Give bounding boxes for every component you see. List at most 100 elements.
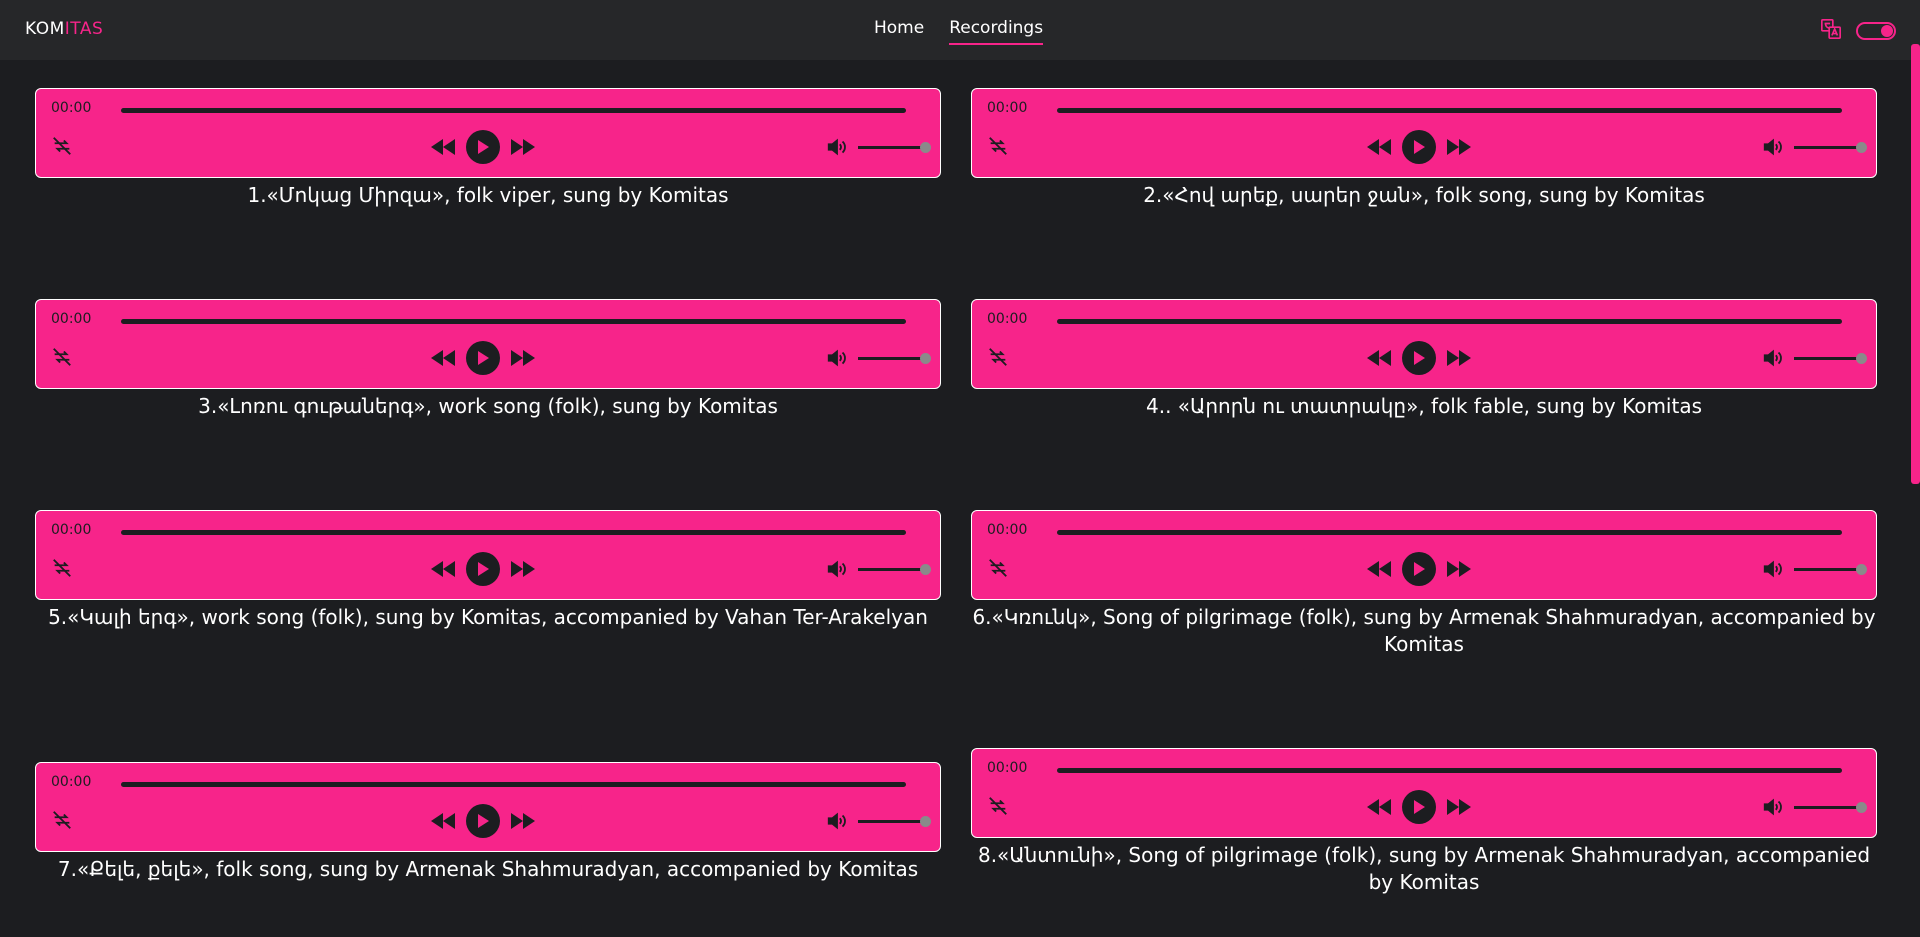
recording-card-3: 00:00 3.«Լոռու գութաներգ», work song (fo… xyxy=(35,299,941,420)
recordings-grid: 00:00 1.«Մոկաց Միրզա», folk viper, sung … xyxy=(0,0,1920,937)
audio-player: 00:00 xyxy=(971,88,1877,178)
playback-controls xyxy=(428,130,538,164)
recording-title: 1.«Մոկաց Միրզա», folk viper, sung by Kom… xyxy=(247,183,729,207)
volume-icon[interactable] xyxy=(1762,347,1784,369)
volume-slider-knob[interactable] xyxy=(1856,142,1867,153)
fast-forward-icon[interactable] xyxy=(508,554,538,584)
recording-card-8: 00:00 8.«Անտունի», Song of pilgrimage (f… xyxy=(971,748,1877,896)
loop-off-icon[interactable] xyxy=(987,346,1009,368)
volume-slider-knob[interactable] xyxy=(920,142,931,153)
rewind-icon[interactable] xyxy=(1364,132,1394,162)
rewind-icon[interactable] xyxy=(428,806,458,836)
loop-off-icon[interactable] xyxy=(51,809,73,831)
volume-icon[interactable] xyxy=(826,347,848,369)
audio-player: 00:00 xyxy=(35,510,941,600)
play-icon[interactable] xyxy=(466,552,500,586)
volume-slider[interactable] xyxy=(858,568,928,571)
volume-icon[interactable] xyxy=(826,810,848,832)
recording-card-6: 00:00 6.«Կռունկ», Song of pilgrimage (fo… xyxy=(971,510,1877,658)
loop-off-icon[interactable] xyxy=(51,135,73,157)
recording-title: 6.«Կռունկ», Song of pilgrimage (folk), s… xyxy=(972,605,1876,656)
volume-icon[interactable] xyxy=(1762,796,1784,818)
volume-slider-knob[interactable] xyxy=(1856,353,1867,364)
current-time: 00:00 xyxy=(987,100,1028,116)
volume-slider-knob[interactable] xyxy=(1856,802,1867,813)
playback-controls xyxy=(428,804,538,838)
recording-card-5: 00:00 5.«Կալի երգ», work song (folk), su… xyxy=(35,510,941,631)
playback-controls xyxy=(428,341,538,375)
recording-card-2: 00:00 2.«Հով արեք, սարեր ջան», folk song… xyxy=(971,88,1877,209)
volume-slider-knob[interactable] xyxy=(920,353,931,364)
recording-title: 2.«Հով արեք, սարեր ջան», folk song, sung… xyxy=(1143,183,1705,207)
audio-player: 00:00 xyxy=(971,748,1877,838)
current-time: 00:00 xyxy=(51,100,92,116)
progress-bar[interactable] xyxy=(121,319,906,324)
recording-title: 8.«Անտունի», Song of pilgrimage (folk), … xyxy=(977,843,1871,894)
rewind-icon[interactable] xyxy=(1364,792,1394,822)
volume-icon[interactable] xyxy=(826,558,848,580)
play-icon[interactable] xyxy=(1402,790,1436,824)
volume-slider[interactable] xyxy=(858,820,928,823)
volume-slider[interactable] xyxy=(858,357,928,360)
volume-slider[interactable] xyxy=(858,146,928,149)
play-icon[interactable] xyxy=(466,130,500,164)
progress-bar[interactable] xyxy=(1057,108,1842,113)
recording-card-4: 00:00 4.. «Արորն ու տատրակը», folk fable… xyxy=(971,299,1877,420)
rewind-icon[interactable] xyxy=(1364,343,1394,373)
progress-bar[interactable] xyxy=(1057,319,1842,324)
play-icon[interactable] xyxy=(1402,552,1436,586)
volume-icon[interactable] xyxy=(1762,558,1784,580)
current-time: 00:00 xyxy=(987,311,1028,327)
rewind-icon[interactable] xyxy=(428,343,458,373)
current-time: 00:00 xyxy=(51,522,92,538)
playback-controls xyxy=(1364,341,1474,375)
play-icon[interactable] xyxy=(1402,130,1436,164)
fast-forward-icon[interactable] xyxy=(508,806,538,836)
audio-player: 00:00 xyxy=(35,299,941,389)
fast-forward-icon[interactable] xyxy=(508,343,538,373)
fast-forward-icon[interactable] xyxy=(1444,792,1474,822)
progress-bar[interactable] xyxy=(121,108,906,113)
recording-title: 5.«Կալի երգ», work song (folk), sung by … xyxy=(48,605,928,629)
volume-slider[interactable] xyxy=(1794,568,1864,571)
playback-controls xyxy=(1364,130,1474,164)
volume-slider-knob[interactable] xyxy=(920,816,931,827)
fast-forward-icon[interactable] xyxy=(1444,132,1474,162)
audio-player: 00:00 xyxy=(35,762,941,852)
recording-card-7: 00:00 7.«Քելե, քելե», folk song, sung by… xyxy=(35,762,941,883)
playback-controls xyxy=(1364,552,1474,586)
volume-slider[interactable] xyxy=(1794,146,1864,149)
playback-controls xyxy=(1364,790,1474,824)
rewind-icon[interactable] xyxy=(1364,554,1394,584)
progress-bar[interactable] xyxy=(121,782,906,787)
audio-player: 00:00 xyxy=(971,299,1877,389)
fast-forward-icon[interactable] xyxy=(1444,343,1474,373)
rewind-icon[interactable] xyxy=(428,554,458,584)
recording-title: 3.«Լոռու գութաներգ», work song (folk), s… xyxy=(198,394,778,418)
rewind-icon[interactable] xyxy=(428,132,458,162)
current-time: 00:00 xyxy=(987,522,1028,538)
loop-off-icon[interactable] xyxy=(987,135,1009,157)
fast-forward-icon[interactable] xyxy=(1444,554,1474,584)
loop-off-icon[interactable] xyxy=(51,557,73,579)
fast-forward-icon[interactable] xyxy=(508,132,538,162)
audio-player: 00:00 xyxy=(35,88,941,178)
volume-icon[interactable] xyxy=(826,136,848,158)
audio-player: 00:00 xyxy=(971,510,1877,600)
play-icon[interactable] xyxy=(1402,341,1436,375)
play-icon[interactable] xyxy=(466,804,500,838)
loop-off-icon[interactable] xyxy=(987,795,1009,817)
progress-bar[interactable] xyxy=(1057,530,1842,535)
progress-bar[interactable] xyxy=(1057,768,1842,773)
recording-title: 4.. «Արորն ու տատրակը», folk fable, sung… xyxy=(1146,394,1702,418)
volume-icon[interactable] xyxy=(1762,136,1784,158)
volume-slider-knob[interactable] xyxy=(920,564,931,575)
play-icon[interactable] xyxy=(466,341,500,375)
playback-controls xyxy=(428,552,538,586)
loop-off-icon[interactable] xyxy=(51,346,73,368)
volume-slider[interactable] xyxy=(1794,806,1864,809)
volume-slider-knob[interactable] xyxy=(1856,564,1867,575)
progress-bar[interactable] xyxy=(121,530,906,535)
loop-off-icon[interactable] xyxy=(987,557,1009,579)
volume-slider[interactable] xyxy=(1794,357,1864,360)
